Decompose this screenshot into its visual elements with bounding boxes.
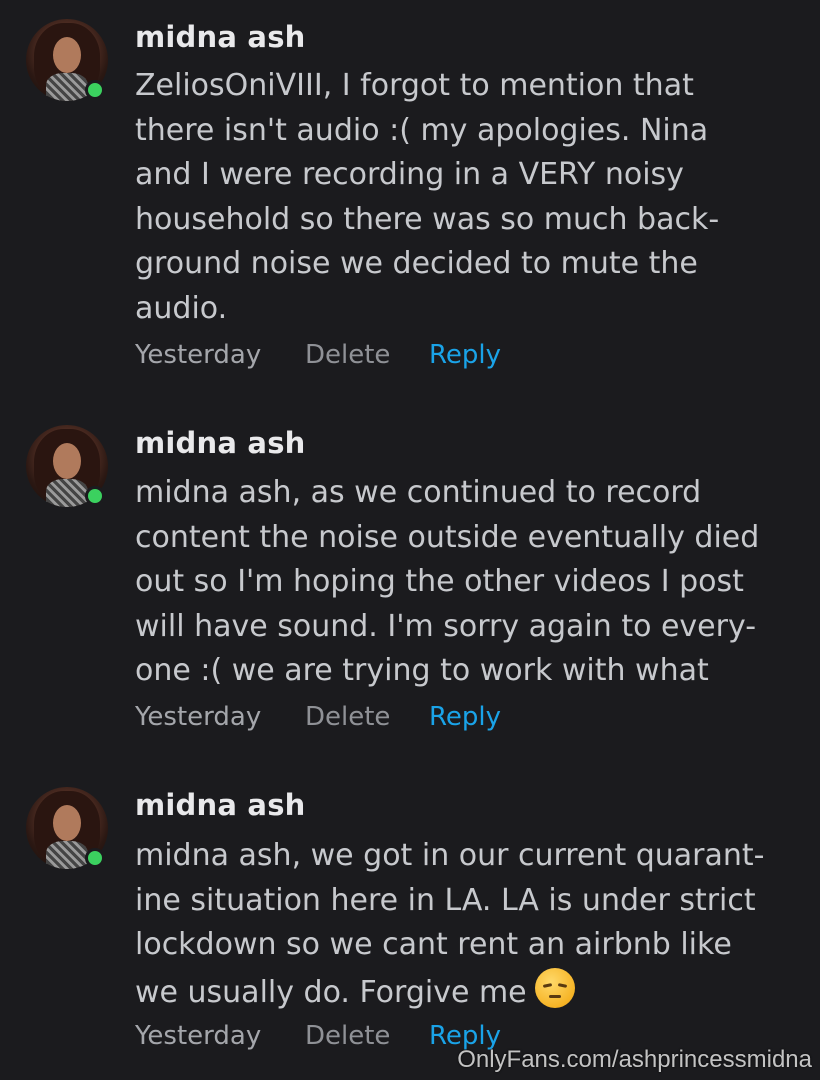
watermark-text: OnlyFans.com/ashprincessmidna xyxy=(457,1046,812,1073)
comment-text: ZeliosOniVIII, I forgot to mention that … xyxy=(135,68,720,326)
comment-author[interactable]: midna ash xyxy=(135,20,306,54)
delete-button[interactable]: Delete xyxy=(305,340,429,370)
comment-text-content: midna ash, we got in our current quarant… xyxy=(135,838,765,1010)
comment-actions: Yesterday Delete Reply xyxy=(135,1021,501,1051)
comment-thread: midna ash ZeliosOniVIII, I forgot to men… xyxy=(0,0,820,1080)
comment-text: midna ash, as we continued to record con… xyxy=(135,475,760,688)
comment-actions: Yesterday Delete Reply xyxy=(135,340,501,370)
reply-button[interactable]: Reply xyxy=(429,340,501,370)
online-status-icon xyxy=(85,486,105,506)
pensive-face-icon xyxy=(534,967,575,1008)
comment-actions: Yesterday Delete Reply xyxy=(135,702,501,732)
comment-author[interactable]: midna ash xyxy=(135,788,306,822)
comment-timestamp: Yesterday xyxy=(135,702,262,732)
delete-button[interactable]: Delete xyxy=(305,702,429,732)
comment-timestamp: Yesterday xyxy=(135,340,262,370)
online-status-icon xyxy=(85,80,105,100)
online-status-icon xyxy=(85,848,105,868)
delete-button[interactable]: Delete xyxy=(305,1021,429,1051)
comment-author[interactable]: midna ash xyxy=(135,426,306,460)
comment-text: midna ash, we got in our current quarant… xyxy=(135,834,805,1015)
comment-timestamp: Yesterday xyxy=(135,1021,262,1051)
reply-button[interactable]: Reply xyxy=(429,702,501,732)
